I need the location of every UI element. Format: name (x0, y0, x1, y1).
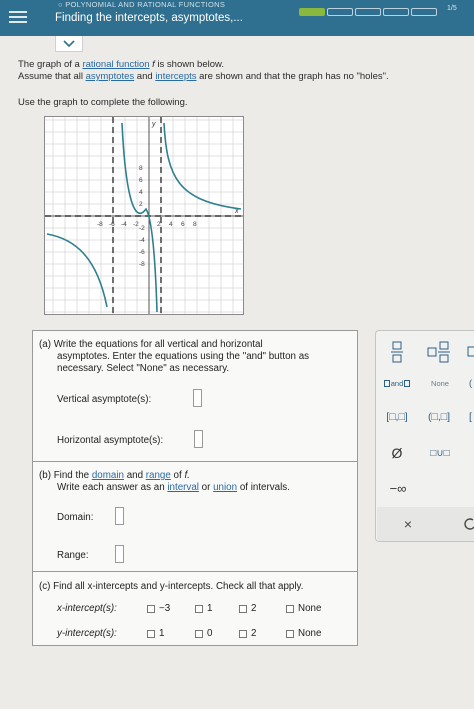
progress-count: 1/5 (447, 5, 457, 12)
y-intercept-option-0[interactable]: 0 (195, 628, 212, 639)
horizontal-asymptote-input[interactable] (194, 430, 203, 448)
y-intercept-option-none[interactable]: None (286, 628, 321, 639)
none-button[interactable]: None (424, 376, 456, 390)
checkbox-icon[interactable] (195, 604, 203, 613)
x-intercept-option-1[interactable]: 1 (195, 603, 212, 614)
clear-button[interactable]: × (398, 514, 418, 534)
undo-icon[interactable] (464, 514, 474, 534)
y-tick-label: -8 (139, 261, 145, 268)
vertical-asymptote-label: Vertical asymptote(s): (57, 394, 152, 405)
vertical-asymptote-input[interactable] (193, 389, 202, 407)
intercepts-link[interactable]: intercepts (155, 71, 196, 82)
horizontal-asymptote-label: Horizontal asymptote(s): (57, 435, 164, 446)
palette-action-row (377, 507, 474, 541)
y-tick-label: 2 (139, 201, 143, 208)
asymptotes-link[interactable]: asymptotes (86, 71, 135, 82)
function-graph: -8 -6 -4 -2 2 4 6 8 8 6 4 2 -2 -4 -6 -8 x y (44, 116, 244, 315)
range-label: Range: (57, 550, 89, 561)
x-tick-label: -4 (121, 221, 127, 228)
mixed-number-button[interactable] (426, 339, 452, 365)
y-tick-label: 6 (139, 177, 143, 184)
y-tick-label: -2 (139, 225, 145, 232)
part-a-instruction-3: necessary. Select "None" as necessary. (57, 363, 230, 374)
part-c-instruction: (c) Find all x-intercepts and y-intercep… (39, 581, 304, 592)
page-title: Finding the intercepts, asymptotes,... (55, 12, 243, 24)
progress-bar (299, 8, 437, 16)
y-axis-label: y (151, 121, 156, 128)
y-intercept-option-2[interactable]: 2 (239, 628, 256, 639)
x-tick-label: -6 (109, 221, 115, 228)
curve-right-branch (163, 122, 242, 210)
partial-button-icon[interactable] (466, 343, 474, 361)
union-link[interactable]: union (213, 482, 237, 493)
checkbox-icon[interactable] (147, 629, 155, 638)
x-tick-label: 6 (181, 221, 185, 228)
checkbox-icon[interactable] (147, 604, 155, 613)
x-intercept-option-none[interactable]: None (286, 603, 321, 614)
part-c-panel: (c) Find all x-intercepts and y-intercep… (32, 571, 358, 646)
checkbox-icon[interactable] (286, 604, 294, 613)
part-b-instruction-2: Write each answer as an interval or unio… (57, 482, 290, 493)
y-tick-label: 8 (139, 165, 143, 172)
topic-label: POLYNOMIAL AND RATIONAL FUNCTIONS (58, 0, 225, 9)
x-tick-label: -8 (97, 221, 103, 228)
x-intercept-label: x-intercept(s): (57, 603, 117, 614)
half-open-interval-button[interactable]: (□,□] (422, 409, 456, 425)
fraction-button[interactable] (386, 339, 408, 365)
hamburger-menu-icon[interactable] (9, 8, 27, 26)
range-input[interactable] (115, 545, 124, 563)
partial-bracket-button[interactable]: [ (466, 409, 474, 425)
checkbox-icon[interactable] (239, 629, 247, 638)
domain-link[interactable]: domain (92, 470, 124, 481)
math-palette: and None ( [□,□] (□,□] [ Ø □∪□ −∞ × (375, 330, 474, 542)
x-axis-label: x (234, 208, 239, 215)
range-link[interactable]: range (146, 470, 171, 481)
y-tick-label: -6 (139, 249, 145, 256)
y-intercept-label: y-intercept(s): (57, 628, 117, 639)
intro-line-1: The graph of a rational function f is sh… (18, 59, 224, 70)
part-a-panel: (a) Write the equations for all vertical… (32, 330, 358, 462)
x-intercept-option-2[interactable]: 2 (239, 603, 256, 614)
x-tick-label: 4 (169, 221, 173, 228)
intro-line-2: Assume that all asymptotes and intercept… (18, 71, 389, 82)
part-a-instruction-1: (a) Write the equations for all vertical… (39, 339, 263, 350)
collapse-chevron-icon[interactable] (55, 36, 83, 52)
empty-set-button[interactable]: Ø (384, 444, 410, 462)
part-b-panel: (b) Find the domain and range of f. Writ… (32, 461, 358, 572)
domain-input[interactable] (115, 507, 124, 525)
partial-paren-button[interactable]: ( (466, 376, 474, 390)
checkbox-icon[interactable] (239, 604, 247, 613)
instruction-text: Use the graph to complete the following. (18, 97, 188, 108)
closed-interval-button[interactable]: [□,□] (380, 409, 414, 425)
checkbox-icon[interactable] (195, 629, 203, 638)
y-tick-label: -4 (139, 237, 145, 244)
interval-link[interactable]: interval (167, 482, 199, 493)
top-bar: POLYNOMIAL AND RATIONAL FUNCTIONS Findin… (0, 0, 474, 36)
x-tick-label: 8 (193, 221, 197, 228)
part-a-instruction-2: asymptotes. Enter the equations using th… (57, 351, 310, 362)
x-intercept-option-neg3[interactable]: −3 (147, 603, 170, 614)
y-intercept-option-1[interactable]: 1 (147, 628, 164, 639)
checkbox-icon[interactable] (286, 629, 294, 638)
union-button[interactable]: □∪□ (424, 444, 456, 462)
domain-label: Domain: (57, 512, 94, 523)
and-button[interactable]: and (380, 376, 414, 390)
curve-middle-branch (121, 122, 158, 313)
part-b-instruction-1: (b) Find the domain and range of f. (39, 470, 190, 481)
x-tick-label: 2 (157, 221, 161, 228)
rational-function-link[interactable]: rational function (82, 59, 149, 70)
y-tick-label: 4 (139, 189, 143, 196)
negative-infinity-button[interactable]: −∞ (384, 479, 412, 497)
